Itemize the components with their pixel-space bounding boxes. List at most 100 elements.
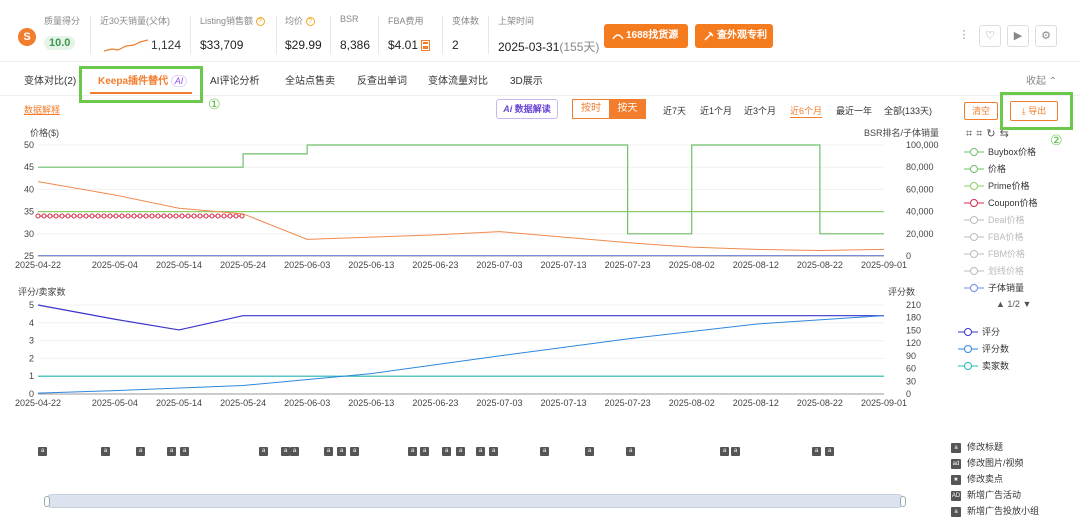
listing-sales: Listing销售额 ? $33,709 bbox=[200, 14, 265, 52]
event-marker[interactable]: a bbox=[812, 447, 821, 456]
coupon-point bbox=[233, 213, 239, 219]
range-option[interactable]: 近3个月 bbox=[744, 104, 776, 117]
event-marker[interactable]: a bbox=[825, 447, 834, 456]
clear-button[interactable]: 清空 bbox=[964, 102, 998, 120]
event-marker[interactable]: a bbox=[136, 447, 145, 456]
coupon-point bbox=[113, 213, 119, 219]
event-marker[interactable]: a bbox=[259, 447, 268, 456]
tab-variant-compare[interactable]: 变体对比(2) bbox=[24, 72, 76, 87]
y-tick-label: 40 bbox=[24, 184, 34, 194]
x-tick-label: 2025-05-24 bbox=[220, 398, 266, 408]
ai-interpret-button[interactable]: Ai 数据解读 bbox=[496, 99, 558, 119]
y-right-tick-label: 40,000 bbox=[906, 207, 934, 217]
tab-3d[interactable]: 3D展示 bbox=[510, 72, 543, 87]
coupon-point bbox=[203, 213, 209, 219]
y-tick-label: 30 bbox=[24, 229, 34, 239]
event-marker[interactable]: a bbox=[420, 447, 429, 456]
range-option[interactable]: 近6个月 bbox=[790, 104, 823, 118]
event-marker[interactable]: a bbox=[101, 447, 110, 456]
avg-value: $29.99 bbox=[285, 38, 322, 52]
tab-reverse-keywords[interactable]: 反查出单词 bbox=[357, 72, 407, 87]
event-marker[interactable]: a bbox=[540, 447, 549, 456]
calculator-icon[interactable] bbox=[421, 40, 430, 51]
tab-variant-traffic[interactable]: 变体流量对比 bbox=[428, 72, 488, 87]
event-marker[interactable]: a bbox=[626, 447, 635, 456]
coupon-point bbox=[179, 213, 185, 219]
tab-ai-review[interactable]: AI评论分析 bbox=[210, 72, 259, 87]
find-source-button[interactable]: 1688找货源 bbox=[604, 24, 688, 48]
scroll-handle-right[interactable] bbox=[900, 496, 906, 507]
coupon-point bbox=[95, 213, 101, 219]
annotation-one: ① bbox=[208, 96, 221, 112]
settings-icon[interactable]: ⚙ bbox=[1035, 25, 1057, 47]
event-marker[interactable]: a bbox=[456, 447, 465, 456]
event-marker[interactable]: a bbox=[731, 447, 740, 456]
event-marker[interactable]: a bbox=[337, 447, 346, 456]
event-marker[interactable]: a bbox=[720, 447, 729, 456]
x-tick-label: 2025-08-02 bbox=[669, 260, 715, 270]
y-tick-label: 45 bbox=[24, 162, 34, 172]
heart-icon[interactable]: ♡ bbox=[979, 25, 1001, 47]
logo-icon: S bbox=[18, 28, 36, 46]
event-marker[interactable]: a bbox=[290, 447, 299, 456]
sales-30-value: 1,124 bbox=[151, 38, 182, 52]
bsr: BSR 8,386 bbox=[340, 14, 370, 52]
x-tick-label: 2025-08-22 bbox=[797, 260, 843, 270]
range-option[interactable]: 近1个月 bbox=[700, 104, 732, 117]
bsr-value: 8,386 bbox=[340, 38, 371, 52]
x-tick-label: 2025-06-13 bbox=[348, 398, 394, 408]
event-marker[interactable]: a bbox=[180, 447, 189, 456]
video-icon[interactable]: ▶ bbox=[1007, 25, 1029, 47]
scroll-handle-left[interactable] bbox=[44, 496, 50, 507]
x-tick-label: 2025-06-23 bbox=[412, 398, 458, 408]
event-marker[interactable]: a bbox=[350, 447, 359, 456]
x-tick-label: 2025-07-03 bbox=[476, 398, 522, 408]
event-marker[interactable]: a bbox=[476, 447, 485, 456]
range-option[interactable]: 全部(133天) bbox=[884, 104, 932, 117]
help-icon[interactable]: ? bbox=[255, 17, 265, 27]
data-explain-link[interactable]: 数据解释 bbox=[24, 103, 60, 116]
price-bsr-chart[interactable]: 253035404550020,00040,00060,00080,000100… bbox=[0, 130, 950, 275]
collapse-button[interactable]: 收起 ⌃ bbox=[1026, 72, 1057, 87]
x-tick-label: 2025-06-03 bbox=[284, 260, 330, 270]
event-marker[interactable]: a bbox=[442, 447, 451, 456]
event-marker[interactable]: a bbox=[281, 447, 290, 456]
tab-all-sites[interactable]: 全站点售卖 bbox=[285, 72, 335, 87]
annotation-two: ② bbox=[1050, 132, 1063, 148]
event-marker[interactable]: a bbox=[324, 447, 333, 456]
patent-button[interactable]: 查外观专利 bbox=[695, 24, 773, 48]
event-marker[interactable]: a bbox=[489, 447, 498, 456]
bsr-label: BSR bbox=[340, 14, 359, 24]
event-marker[interactable]: a bbox=[408, 447, 417, 456]
by-time-button[interactable]: 按时 bbox=[572, 99, 610, 119]
coupon-point bbox=[83, 213, 89, 219]
coupon-point bbox=[77, 213, 83, 219]
event-marker[interactable]: a bbox=[167, 447, 176, 456]
coupon-point bbox=[137, 213, 143, 219]
x-tick-label: 2025-05-04 bbox=[92, 260, 138, 270]
more-icon[interactable]: ⋮ bbox=[953, 25, 975, 47]
coupon-point bbox=[59, 213, 65, 219]
by-day-button[interactable]: 按天 bbox=[609, 99, 646, 119]
event-marker[interactable]: a bbox=[38, 447, 47, 456]
range-option[interactable]: 近7天 bbox=[663, 104, 686, 117]
range-option[interactable]: 最近一年 bbox=[836, 104, 872, 117]
quality-score: 质量得分 bbox=[44, 14, 80, 27]
patent-label: 查外观专利 bbox=[717, 30, 767, 41]
rating-chart[interactable]: 01234503060901201501802102025-04-22 2025-… bbox=[0, 296, 950, 411]
x-tick-label: 2025-06-03 bbox=[284, 398, 330, 408]
legend-page-number: 1/2 bbox=[1007, 299, 1020, 309]
help-icon[interactable]: ? bbox=[305, 17, 315, 27]
quality-label: 质量得分 bbox=[44, 16, 81, 26]
x-tick-label: 2025-05-14 bbox=[156, 398, 202, 408]
x-tick-label: 2025-05-24 bbox=[220, 260, 266, 270]
coupon-point bbox=[227, 213, 233, 219]
chart-tool-icons[interactable]: ⌗⌗↻⇆ bbox=[966, 127, 1013, 141]
x-tick-label: 2025-06-23 bbox=[412, 260, 458, 270]
y-right-tick-label: 180 bbox=[906, 313, 921, 323]
legend-pager[interactable]: ▲ 1/2 ▼ bbox=[996, 299, 1031, 309]
timeline-scrollbar[interactable] bbox=[44, 494, 906, 508]
event-marker[interactable]: a bbox=[585, 447, 594, 456]
coupon-point bbox=[41, 213, 47, 219]
y-right-tick-label: 100,000 bbox=[906, 140, 939, 150]
